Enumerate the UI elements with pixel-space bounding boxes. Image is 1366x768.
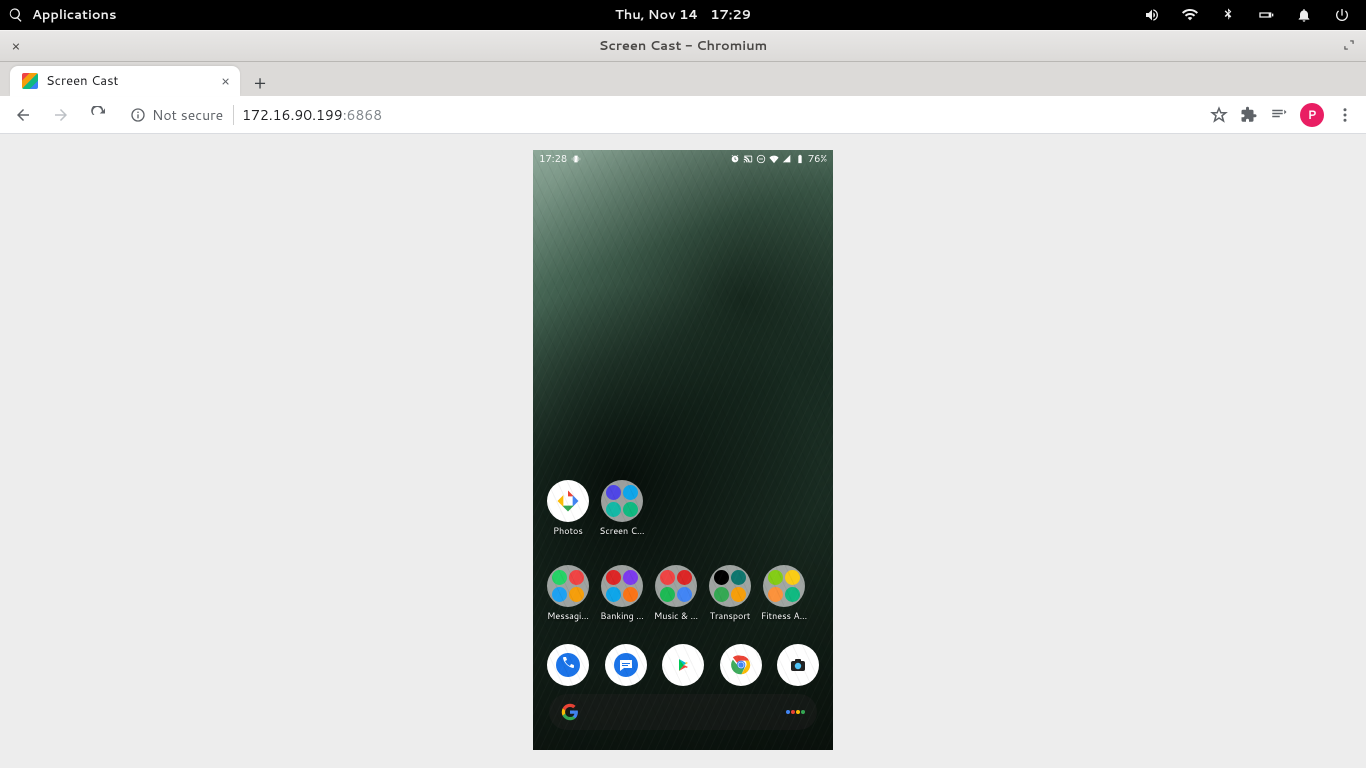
restore-icon xyxy=(1342,38,1356,52)
dock-app-messages[interactable] xyxy=(603,644,649,686)
window-title: Screen Cast - Chromium xyxy=(599,37,767,55)
dock-app-phone[interactable] xyxy=(545,644,591,686)
dock-app-chrome[interactable] xyxy=(718,644,764,686)
tab-favicon-icon xyxy=(22,73,38,89)
menu-icon[interactable] xyxy=(1336,106,1354,124)
activities-button[interactable]: Applications xyxy=(8,6,116,24)
alarm-icon xyxy=(730,154,740,164)
browser-tab-active[interactable]: Screen Cast × xyxy=(10,66,240,96)
forward-button[interactable] xyxy=(44,99,78,131)
dnd-icon xyxy=(756,154,766,164)
app-folder[interactable]: Messagi… xyxy=(545,565,591,622)
vibrate-icon xyxy=(571,154,581,164)
page-content: 17:28 76% Photos Screen C… Messagi… Bankin… xyxy=(0,134,1366,768)
bookmark-star-icon[interactable] xyxy=(1210,106,1228,124)
app-folder[interactable]: Music & … xyxy=(653,565,699,622)
search-icon xyxy=(8,7,24,23)
google-search-bar[interactable] xyxy=(549,694,817,730)
phone-dock xyxy=(533,644,833,686)
time-label: 17:29 xyxy=(710,6,751,24)
app-folder[interactable]: Transport xyxy=(707,565,753,622)
power-icon xyxy=(1334,7,1350,23)
gnome-top-bar: Applications Thu, Nov 14 17:29 xyxy=(0,0,1366,30)
clock[interactable]: Thu, Nov 14 17:29 xyxy=(615,6,751,24)
app-label: Messagi… xyxy=(547,609,589,622)
window-title-bar: × Screen Cast - Chromium xyxy=(0,30,1366,62)
cast-icon xyxy=(743,154,753,164)
phone-home-apps: Photos Screen C… Messagi… Banking … Music &… xyxy=(533,470,833,622)
url-text: 172.16.90.199:6868 xyxy=(242,105,382,125)
app-label: Screen C… xyxy=(599,524,644,537)
battery-icon xyxy=(1258,7,1274,23)
forward-icon xyxy=(52,106,70,124)
phone-battery-pct: 76% xyxy=(808,152,827,166)
app-folder[interactable]: Fitness A… xyxy=(761,565,807,622)
security-label: Not secure xyxy=(152,105,223,125)
browser-tab-strip: Screen Cast × + xyxy=(0,62,1366,96)
app-label: Fitness A… xyxy=(761,609,807,622)
dock-app-camera[interactable] xyxy=(775,644,821,686)
window-close-button[interactable]: × xyxy=(8,38,24,54)
app-label: Transport xyxy=(710,609,751,622)
reload-icon xyxy=(90,106,108,124)
applications-label: Applications xyxy=(32,6,116,24)
phone-wifi-icon xyxy=(769,154,779,164)
reading-list-icon[interactable] xyxy=(1270,106,1288,124)
dock-app-play[interactable] xyxy=(660,644,706,686)
window-restore-button[interactable] xyxy=(1342,35,1356,58)
app-label: Music & … xyxy=(654,609,698,622)
system-tray[interactable] xyxy=(1144,7,1358,23)
app-folder[interactable]: Banking … xyxy=(599,565,645,622)
tab-title: Screen Cast xyxy=(46,72,213,90)
phone-time: 17:28 xyxy=(539,152,567,166)
assistant-icon[interactable] xyxy=(786,710,805,714)
tab-close-button[interactable]: × xyxy=(221,71,230,91)
extensions-icon[interactable] xyxy=(1240,106,1258,124)
cast-phone-screen[interactable]: 17:28 76% Photos Screen C… Messagi… Bankin… xyxy=(533,150,833,750)
back-button[interactable] xyxy=(6,99,40,131)
phone-status-bar: 17:28 76% xyxy=(533,150,833,168)
browser-toolbar: Not secure 172.16.90.199:6868 P xyxy=(0,96,1366,134)
notifications-icon xyxy=(1296,7,1312,23)
info-icon xyxy=(130,107,146,123)
wifi-icon xyxy=(1182,7,1198,23)
app-folder[interactable]: Screen C… xyxy=(599,480,645,537)
app-label: Banking … xyxy=(600,609,644,622)
app-icon[interactable]: Photos xyxy=(545,480,591,537)
google-logo-icon xyxy=(561,703,579,721)
security-indicator[interactable]: Not secure xyxy=(130,105,234,125)
profile-avatar[interactable]: P xyxy=(1300,103,1324,127)
address-bar[interactable]: Not secure 172.16.90.199:6868 xyxy=(120,101,1200,129)
bluetooth-icon xyxy=(1220,7,1236,23)
new-tab-button[interactable]: + xyxy=(246,68,274,96)
back-icon xyxy=(14,106,32,124)
phone-battery-icon xyxy=(795,154,805,164)
volume-icon xyxy=(1144,7,1160,23)
signal-icon xyxy=(782,154,792,164)
app-label: Photos xyxy=(553,524,583,537)
date-label: Thu, Nov 14 xyxy=(615,6,698,24)
reload-button[interactable] xyxy=(82,99,116,131)
